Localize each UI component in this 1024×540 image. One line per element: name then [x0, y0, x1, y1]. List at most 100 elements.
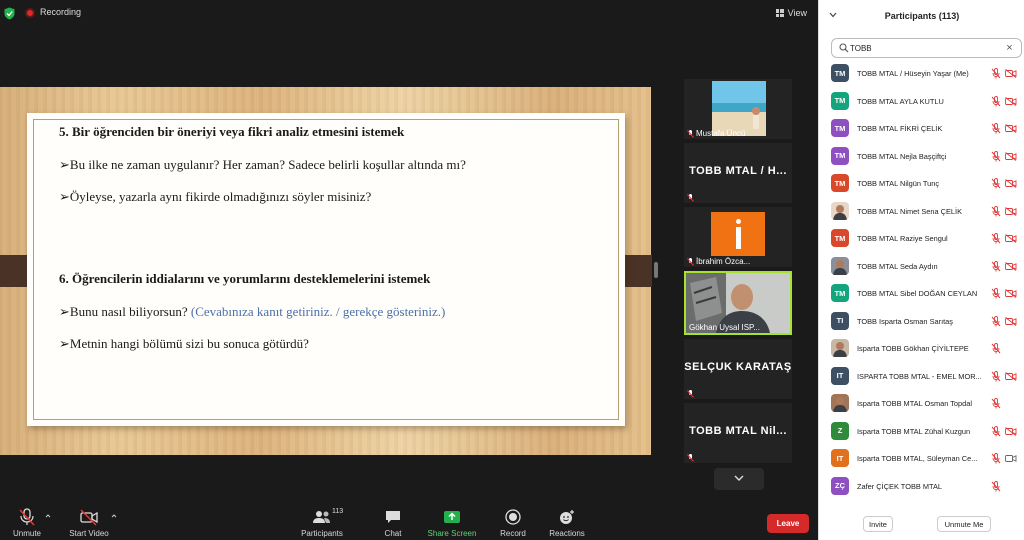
video-off-icon: [1005, 316, 1017, 326]
mic-muted-icon: [991, 398, 1001, 409]
participant-row[interactable]: TM TOBB MTAL FİKRİ ÇELİK: [819, 115, 1024, 142]
mic-muted-icon: [991, 260, 1001, 271]
chat-label: Chat: [384, 529, 402, 538]
participant-row[interactable]: IT Isparta TOBB MTAL, Süleyman Ce...: [819, 445, 1024, 472]
slide-bullet-1: ➢Bu ilke ne zaman uygulanır? Her zaman? …: [59, 157, 466, 172]
participant-avatar-orange: [711, 212, 765, 256]
grid-view-icon: [775, 9, 784, 17]
shield-icon[interactable]: [4, 7, 15, 20]
avatar: TM: [831, 284, 849, 302]
chevron-up-icon[interactable]: [111, 513, 117, 519]
participant-row[interactable]: Z Isparta TOBB MTAL Zühal Kuzgun: [819, 418, 1024, 445]
avatar: TM: [831, 174, 849, 192]
participant-search-input[interactable]: [850, 41, 1000, 55]
slide-heading-6: 6. Öğrencilerin iddialarını ve yorumları…: [59, 271, 431, 286]
video-tile-active-speaker[interactable]: Gökhan Uysal ISP...: [684, 271, 792, 335]
participants-panel-header: Participants (113): [819, 0, 1024, 32]
mic-muted-icon: [991, 288, 1001, 299]
participant-row[interactable]: Isparta TOBB MTAL Osman Topdal: [819, 390, 1024, 417]
mic-muted-icon: [991, 425, 1001, 436]
record-button[interactable]: Record: [496, 500, 530, 540]
splitter-handle[interactable]: [654, 262, 658, 278]
participant-row[interactable]: IT ISPARTA TOBB MTAL - EMEL MOR...: [819, 363, 1024, 390]
chevron-up-icon[interactable]: [45, 513, 51, 519]
participant-name: TOBB MTAL Nejla Başçiftçi: [857, 151, 947, 161]
video-off-icon: [1005, 69, 1017, 78]
video-off-icon: [80, 509, 98, 526]
slide-bullet-2: ➢Öyleyse, yazarla aynı fikirde olmadığın…: [59, 189, 372, 204]
share-screen-button[interactable]: Share Screen: [426, 500, 478, 540]
chat-button[interactable]: Chat: [378, 500, 408, 540]
video-tile-name: [687, 194, 694, 202]
shared-screen-slide: 5. Bir öğrenciden bir öneriyi veya fikri…: [0, 87, 652, 455]
participant-search-box[interactable]: ×: [831, 38, 1022, 58]
scroll-thumbnails-down-button[interactable]: [714, 468, 764, 490]
participant-name: Isparta TOBB MTAL Zühal Kuzgun: [857, 426, 971, 436]
video-tile-name: [687, 390, 694, 398]
participants-button[interactable]: 113 Participants: [296, 500, 348, 540]
participant-video-photo: [712, 81, 766, 136]
participant-name: TOBB MTAL Raziye Sengul: [857, 234, 948, 243]
participant-row[interactable]: TM TOBB MTAL Sibel DOĞAN CEYLAN: [819, 280, 1024, 307]
slide-heading-5: 5. Bir öğrenciden bir öneriyi veya fikri…: [59, 124, 405, 139]
video-off-icon: [1005, 206, 1017, 216]
leave-meeting-button[interactable]: Leave: [767, 514, 809, 533]
invite-button[interactable]: Invite: [863, 516, 893, 532]
video-tile[interactable]: Mustafa Üncü: [684, 79, 792, 139]
participant-row[interactable]: TM TOBB MTAL / Hüseyin Yaşar (Me): [819, 60, 1024, 87]
avatar: TM: [831, 229, 849, 247]
mic-muted-icon: [991, 205, 1001, 216]
avatar: TI: [831, 311, 849, 330]
clear-search-icon[interactable]: ×: [1004, 42, 1015, 54]
avatar: ZÇ: [831, 476, 849, 495]
participant-row[interactable]: ZÇ Zafer ÇİÇEK TOBB MTAL: [819, 473, 1024, 500]
participant-row[interactable]: TM TOBB MTAL Nejla Başçiftçi: [819, 143, 1024, 170]
avatar: IT: [831, 366, 849, 385]
participant-name: TOBB Isparta Osman Sarıtaş: [857, 316, 953, 326]
participant-row[interactable]: TM TOBB MTAL Raziye Sengul: [819, 225, 1024, 252]
mic-muted-icon: [991, 178, 1001, 189]
participant-row[interactable]: Isparta TOBB Gökhan ÇİYİLTEPE: [819, 335, 1024, 362]
video-tile[interactable]: İbrahim Özca...: [684, 207, 792, 267]
mic-muted-icon: [991, 233, 1001, 244]
participant-row[interactable]: TM TOBB MTAL Nilgün Tunç: [819, 170, 1024, 197]
video-tile[interactable]: SELÇUK KARATAŞ: [684, 339, 792, 399]
participants-icon-wrap: 113: [312, 508, 343, 526]
reactions-button[interactable]: Reactions: [547, 500, 587, 540]
unmute-button[interactable]: Unmute: [8, 500, 46, 540]
unmute-me-button[interactable]: Unmute Me: [937, 516, 991, 532]
participants-panel: Participants (113) × TM TOBB MTAL / Hüsey…: [818, 0, 1024, 540]
video-off-icon: [1005, 234, 1017, 243]
participants-panel-title: Participants (113): [884, 11, 960, 21]
meeting-top-bar: Recording View: [0, 0, 818, 26]
avatar: TM: [831, 119, 849, 137]
participant-row[interactable]: TI TOBB Isparta Osman Sarıtaş: [819, 308, 1024, 335]
start-video-button[interactable]: Start Video: [66, 500, 112, 540]
video-tile[interactable]: TOBB MTAL / H...: [684, 143, 792, 203]
zoom-meeting-window: Recording View 5. Bir öğrenciden bir öne…: [0, 0, 1024, 540]
video-tile[interactable]: TOBB MTAL Nil...: [684, 403, 792, 463]
participant-row[interactable]: TOBB MTAL Nimet Sena ÇELİK: [819, 198, 1024, 225]
participant-row[interactable]: TOBB MTAL Seda Aydın: [819, 253, 1024, 280]
recording-icon: [25, 8, 35, 18]
slide-bullet-3-hint: (Cevabınıza kanıt getiriniz. / gerekçe g…: [190, 304, 446, 319]
slide-bullet-4: ➢Metnin hangi bölümü sizi bu sonuca götü…: [59, 336, 309, 351]
view-button[interactable]: View: [775, 6, 807, 20]
mic-muted-icon: [991, 150, 1001, 161]
avatar: TM: [831, 64, 849, 82]
share-screen-icon: [444, 511, 460, 523]
participant-name: TOBB MTAL Nilgün Tunç: [857, 179, 940, 188]
avatar: TM: [831, 146, 849, 165]
participants-label: Participants: [301, 529, 343, 538]
video-off-icon: [1005, 179, 1017, 188]
avatar: Z: [831, 421, 849, 440]
video-off-icon: [1005, 261, 1017, 271]
video-tile-name: Mustafa Üncü: [687, 129, 745, 138]
video-tile-name: Gökhan Uysal ISP...: [689, 323, 760, 332]
participant-name: ISPARTA TOBB MTAL - EMEL MOR...: [857, 371, 982, 381]
participant-row[interactable]: TM TOBB MTAL AYLA KUTLU: [819, 88, 1024, 115]
reactions-label: Reactions: [549, 529, 585, 538]
search-icon: [839, 43, 849, 53]
mic-muted-icon: [687, 129, 694, 138]
participant-name: Isparta TOBB Gökhan ÇİYİLTEPE: [857, 344, 969, 353]
